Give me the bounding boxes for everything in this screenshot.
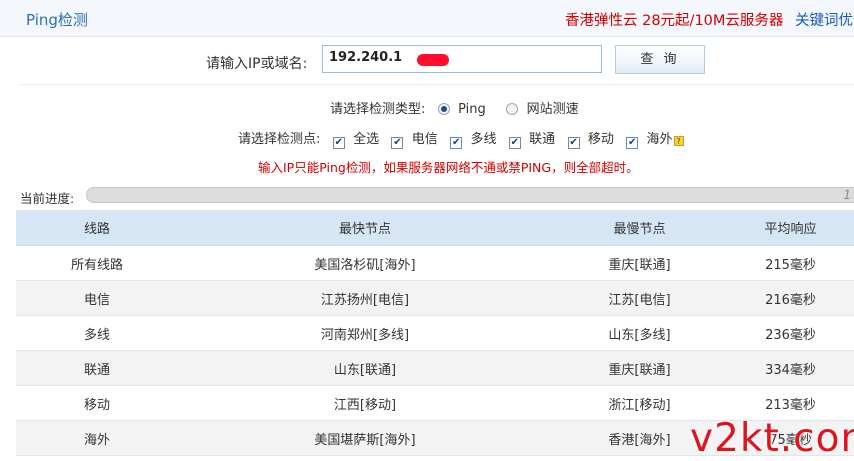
radio-speedtest-icon[interactable] <box>506 103 519 115</box>
query-button[interactable]: 查 询 <box>615 45 705 74</box>
cell-slowest: 山东[多线] <box>552 315 727 351</box>
node-overseas-label[interactable]: 海外 <box>647 132 673 147</box>
page-title: Ping检测 <box>26 11 88 29</box>
cell-avg: 236毫秒 <box>727 315 854 351</box>
table-row: 所有线路 美国洛杉矶[海外] 重庆[联通] 215毫秒 <box>16 245 854 281</box>
cell-fastest: 江西[移动] <box>178 385 552 421</box>
cell-slowest: 重庆[联通] <box>552 245 727 281</box>
progress-value: 1 <box>843 188 851 202</box>
checkbox-unicom-icon[interactable]: ✔ <box>508 137 521 149</box>
node-telecom-label[interactable]: 电信 <box>412 132 438 147</box>
progress-label: 当前进度: <box>20 191 75 206</box>
cell-line: 移动 <box>16 385 178 421</box>
ip-value: 192.240.1 <box>329 50 403 65</box>
ad-link[interactable]: 香港弹性云 28元起/10M云服务器 <box>565 9 783 30</box>
divider <box>18 84 854 85</box>
cell-line: 多线 <box>16 315 178 351</box>
table-row: 联通 山东[联通] 重庆[联通] 334毫秒 <box>16 350 854 386</box>
cell-slowest: 江苏[电信] <box>552 280 727 316</box>
header-line: 线路 <box>16 210 178 246</box>
check-type-label: 请选择检测类型: <box>330 102 426 117</box>
cell-line: 海外 <box>16 420 178 456</box>
cell-line: 联通 <box>16 350 178 386</box>
node-unicom-label[interactable]: 联通 <box>529 132 555 147</box>
cell-fastest: 江苏扬州[电信] <box>178 280 552 316</box>
header-fastest: 最快节点 <box>178 210 552 246</box>
node-mobile-label[interactable]: 移动 <box>588 132 614 147</box>
radio-ping-label[interactable]: Ping <box>458 102 486 117</box>
cell-avg: 334毫秒 <box>727 350 854 386</box>
cell-fastest: 河南郑州[多线] <box>178 315 552 351</box>
header-slowest: 最慢节点 <box>552 210 727 246</box>
notice-text: 输入IP只能Ping检测，如果服务器网络不通或禁PING，则全部超时。 <box>258 160 639 175</box>
table-row: 多线 河南郑州[多线] 山东[多线] 236毫秒 <box>16 315 854 351</box>
cell-fastest: 美国堪萨斯[海外] <box>178 420 552 456</box>
help-icon[interactable]: ? <box>673 136 684 146</box>
radio-ping-icon[interactable] <box>437 103 450 115</box>
keyword-link[interactable]: 关键词优化 <box>795 9 854 30</box>
checkbox-mobile-icon[interactable]: ✔ <box>567 137 580 149</box>
table-header-row: 线路 最快节点 最慢节点 平均响应 <box>16 210 854 246</box>
node-all-label[interactable]: 全选 <box>353 132 379 147</box>
top-bar: Ping检测 香港弹性云 28元起/10M云服务器 关键词优化 <box>0 0 854 37</box>
progress-bar: 1 <box>86 187 854 203</box>
node-multiline-label[interactable]: 多线 <box>470 132 496 147</box>
checkbox-all-icon[interactable]: ✔ <box>332 137 345 149</box>
cell-slowest: 重庆[联通] <box>552 350 727 386</box>
cell-avg: 216毫秒 <box>727 280 854 316</box>
checkbox-multiline-icon[interactable]: ✔ <box>450 137 463 149</box>
check-type-row: 请选择检测类型: Ping 网站测速 <box>330 98 579 117</box>
cell-fastest: 山东[联通] <box>178 350 552 386</box>
check-nodes-label: 请选择检测点: <box>238 132 321 147</box>
checkbox-telecom-icon[interactable]: ✔ <box>391 137 404 149</box>
redaction-mark <box>417 54 449 66</box>
checkbox-overseas-icon[interactable]: ✔ <box>626 137 639 149</box>
watermark: v2kt.com <box>690 416 854 461</box>
header-avg: 平均响应 <box>727 210 854 246</box>
radio-speedtest-label[interactable]: 网站测速 <box>527 102 579 117</box>
cell-line: 电信 <box>16 280 178 316</box>
table-row: 电信 江苏扬州[电信] 江苏[电信] 216毫秒 <box>16 280 854 316</box>
cell-avg: 215毫秒 <box>727 245 854 281</box>
cell-line: 所有线路 <box>16 245 178 281</box>
check-nodes-row: 请选择检测点: ✔ 全选 ✔ 电信 ✔ 多线 ✔ 联通 ✔ 移动 ✔ 海外? <box>238 128 684 149</box>
cell-fastest: 美国洛杉矶[海外] <box>178 245 552 281</box>
ip-label: 请输入IP或域名: <box>206 56 308 72</box>
ip-input[interactable]: 192.240.1 <box>322 45 602 73</box>
